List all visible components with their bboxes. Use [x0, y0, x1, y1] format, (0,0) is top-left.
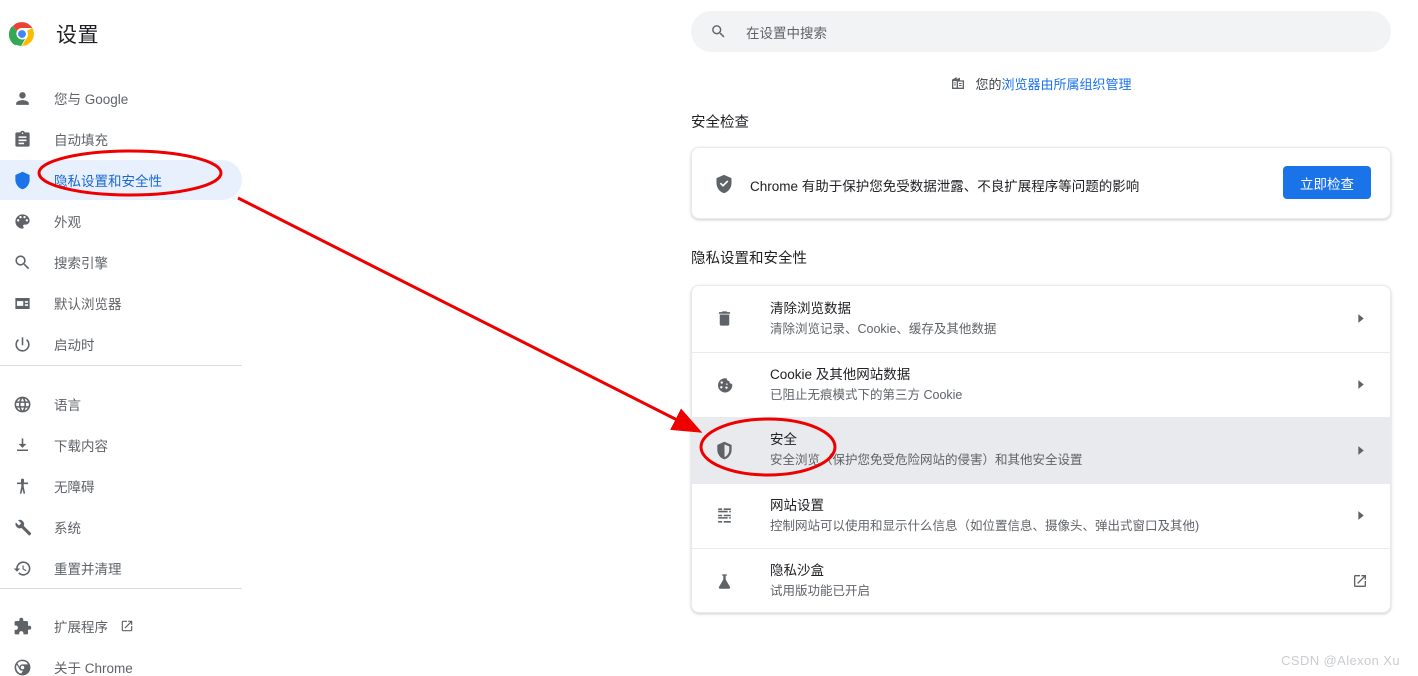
sidebar-item-label: 扩展程序: [54, 620, 108, 635]
sidebar-divider: [0, 365, 242, 366]
row-texts: 清除浏览数据 清除浏览记录、Cookie、缓存及其他数据: [770, 299, 996, 339]
chevron-right-icon[interactable]: [1352, 377, 1368, 393]
privacy-settings-card: 清除浏览数据 清除浏览记录、Cookie、缓存及其他数据 Cookie 及其他网…: [691, 285, 1391, 613]
row-clear-browsing-data[interactable]: 清除浏览数据 清除浏览记录、Cookie、缓存及其他数据: [692, 286, 1390, 352]
sidebar-item-downloads[interactable]: 下载内容: [0, 425, 242, 465]
sidebar-item-autofill[interactable]: 自动填充: [0, 119, 242, 159]
sidebar-item-label: 语言: [54, 398, 81, 413]
sidebar-item-label: 系统: [54, 521, 81, 536]
sidebar-item-label: 启动时: [54, 338, 95, 353]
building-icon: [950, 75, 966, 91]
wrench-icon: [12, 517, 32, 537]
row-title: 清除浏览数据: [770, 300, 851, 316]
sidebar-item-default-browser[interactable]: 默认浏览器: [0, 283, 242, 323]
row-texts: 网站设置 控制网站可以使用和显示什么信息（如位置信息、摄像头、弹出式窗口及其他): [770, 496, 1199, 536]
sidebar-item-privacy-and-security[interactable]: 隐私设置和安全性: [0, 160, 242, 200]
sidebar-item-about-chrome[interactable]: 关于 Chrome: [0, 647, 242, 676]
sidebar-item-search-engine[interactable]: 搜索引擎: [0, 242, 242, 282]
safety-check-heading: 安全检查: [691, 115, 749, 131]
row-subtitle: 安全浏览（保护您免受危险网站的侵害）和其他安全设置: [770, 453, 1083, 468]
safety-check-card: Chrome 有助于保护您免受数据泄露、不良扩展程序等问题的影响 立即检查: [691, 147, 1391, 219]
sidebar-item-accessibility[interactable]: 无障碍: [0, 466, 242, 506]
sidebar-item-extensions[interactable]: 扩展程序: [0, 606, 242, 646]
managed-link[interactable]: 浏览器由所属组织管理: [1002, 77, 1132, 92]
search-input[interactable]: 在设置中搜索: [746, 22, 827, 42]
sidebar-item-label: 无障碍: [54, 480, 95, 495]
sidebar-item-label: 下载内容: [54, 439, 108, 454]
row-texts: Cookie 及其他网站数据 已阻止无痕模式下的第三方 Cookie: [770, 365, 962, 405]
row-security[interactable]: 安全 安全浏览（保护您免受危险网站的侵害）和其他安全设置: [692, 417, 1390, 483]
row-site-settings[interactable]: 网站设置 控制网站可以使用和显示什么信息（如位置信息、摄像头、弹出式窗口及其他): [692, 482, 1390, 549]
chevron-right-icon[interactable]: [1352, 311, 1368, 327]
cookie-icon: [714, 375, 734, 395]
chrome-outline-icon: [12, 657, 32, 676]
palette-icon: [12, 211, 32, 231]
accessibility-icon: [12, 476, 32, 496]
chrome-logo-icon: [8, 21, 35, 47]
external-link-icon[interactable]: [1352, 573, 1368, 589]
shield-check-icon: [714, 174, 734, 194]
managed-by-organization-notice: 您的浏览器由所属组织管理: [691, 72, 1391, 94]
safety-check-description: Chrome 有助于保护您免受数据泄露、不良扩展程序等问题的影响: [750, 179, 1140, 194]
check-now-button[interactable]: 立即检查: [1283, 166, 1371, 199]
row-title: Cookie 及其他网站数据: [770, 366, 911, 382]
row-subtitle: 控制网站可以使用和显示什么信息（如位置信息、摄像头、弹出式窗口及其他): [770, 518, 1200, 533]
watermark: CSDN @Alexon Xu: [1281, 653, 1400, 668]
row-title: 安全: [770, 432, 797, 448]
sidebar-item-languages[interactable]: 语言: [0, 384, 242, 424]
row-texts: 隐私沙盒 试用版功能已开启: [770, 561, 870, 601]
row-subtitle: 清除浏览记录、Cookie、缓存及其他数据: [770, 321, 997, 336]
sidebar-item-label: 您与 Google: [54, 92, 129, 107]
browser-window-icon: [12, 293, 32, 313]
shield-icon: [12, 170, 32, 190]
sidebar-divider-2: [0, 588, 242, 589]
search-settings-bar[interactable]: 在设置中搜索: [691, 11, 1391, 52]
row-texts: 安全 安全浏览（保护您免受危险网站的侵害）和其他安全设置: [770, 430, 1083, 470]
puzzle-piece-icon: [12, 616, 32, 636]
clipboard-icon: [12, 129, 32, 149]
globe-icon: [12, 394, 32, 414]
external-link-icon[interactable]: [120, 619, 134, 633]
row-title: 隐私沙盒: [770, 563, 824, 579]
sidebar-item-system[interactable]: 系统: [0, 507, 242, 547]
sidebar-item-label: 重置并清理: [54, 562, 122, 577]
brand-header: 设置: [0, 12, 99, 56]
download-icon: [12, 435, 32, 455]
page-title: 设置: [56, 24, 99, 47]
row-title: 网站设置: [770, 497, 824, 513]
power-icon: [12, 334, 32, 354]
tune-sliders-icon: [714, 506, 734, 526]
sidebar-item-label: 默认浏览器: [54, 297, 122, 312]
managed-prefix: 您的: [975, 76, 1002, 92]
sidebar-item-appearance[interactable]: 外观: [0, 201, 242, 241]
main-content: 在设置中搜索 您的浏览器由所属组织管理 安全检查 Chrome 有助于保护您免受…: [250, 0, 1418, 676]
sidebar-item-label: 外观: [54, 215, 81, 230]
person-icon: [12, 88, 32, 108]
chevron-right-icon[interactable]: [1352, 442, 1368, 458]
row-cookies-and-site-data[interactable]: Cookie 及其他网站数据 已阻止无痕模式下的第三方 Cookie: [692, 351, 1390, 418]
settings-page: 设置 您与 Google 自动填充 隐私设置和安全性 外观 搜索引擎 默认浏览器…: [0, 0, 1418, 676]
sidebar-item-label: 自动填充: [54, 133, 108, 148]
shield-icon: [714, 440, 734, 460]
sidebar-item-label: 关于 Chrome: [54, 661, 133, 676]
search-icon: [12, 252, 32, 272]
row-subtitle: 已阻止无痕模式下的第三方 Cookie: [770, 387, 963, 402]
sidebar-item-label: 隐私设置和安全性: [54, 174, 162, 189]
search-icon: [710, 23, 727, 40]
sidebar-item-on-startup[interactable]: 启动时: [0, 324, 242, 364]
privacy-section-heading: 隐私设置和安全性: [691, 251, 807, 267]
sidebar-item-you-and-google[interactable]: 您与 Google: [0, 78, 242, 118]
sidebar-item-reset-and-cleanup[interactable]: 重置并清理: [0, 548, 242, 588]
sidebar: 设置 您与 Google 自动填充 隐私设置和安全性 外观 搜索引擎 默认浏览器…: [0, 0, 250, 676]
history-restore-icon: [12, 558, 32, 578]
flask-icon: [714, 571, 734, 591]
row-subtitle: 试用版功能已开启: [770, 584, 871, 599]
trash-icon: [714, 309, 734, 329]
sidebar-item-label: 搜索引擎: [54, 256, 108, 271]
row-privacy-sandbox[interactable]: 隐私沙盒 试用版功能已开启: [692, 548, 1390, 612]
managed-notice-text: 您的浏览器由所属组织管理: [975, 74, 1131, 93]
chevron-right-icon[interactable]: [1352, 508, 1368, 524]
